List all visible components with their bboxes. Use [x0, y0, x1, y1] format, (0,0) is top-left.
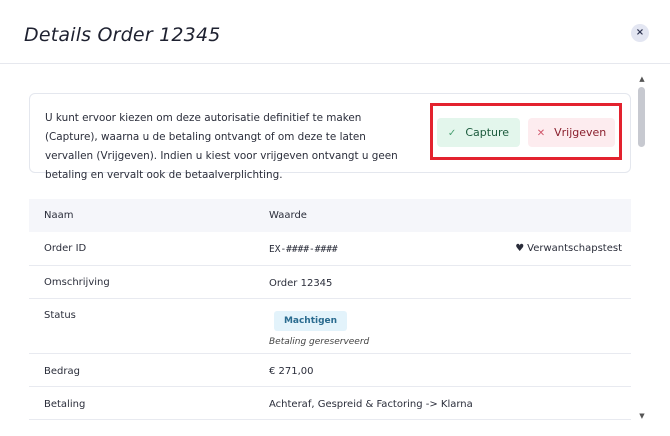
status-note: Betaling gereserveerd — [269, 337, 370, 347]
order-tag-label: Verwantschapstest — [527, 243, 622, 254]
amount-value: € 271,00 — [269, 366, 314, 377]
x-icon: ✕ — [536, 128, 546, 139]
description-value: Order 12345 — [269, 278, 333, 289]
info-text: U kunt ervoor kiezen om deze autorisatie… — [45, 112, 398, 181]
payment-value: Achteraf, Gespreid & Factoring -> Klarna — [269, 399, 473, 410]
scroll-up-icon[interactable]: ▲ — [638, 75, 646, 83]
modal-title: Details Order 12345 — [24, 24, 221, 46]
scroll-down-icon[interactable]: ▼ — [638, 412, 646, 420]
modal-header: Details Order 12345 × — [0, 0, 670, 64]
scrollbar-thumb[interactable] — [638, 87, 645, 147]
header-value: Waarde — [269, 210, 307, 221]
row-label: Order ID — [44, 243, 87, 254]
check-icon: ✓ — [447, 128, 457, 139]
release-button[interactable]: ✕ Vrijgeven — [528, 118, 615, 147]
row-label: Omschrijving — [44, 277, 110, 288]
release-label: Vrijgeven — [554, 126, 607, 139]
row-label: Betaling — [44, 399, 86, 410]
capture-label: Capture — [465, 126, 510, 139]
row-label: Status — [44, 310, 76, 321]
header-name: Naam — [44, 210, 74, 221]
table-header: Naam Waarde — [29, 199, 631, 232]
close-icon[interactable]: × — [631, 24, 649, 42]
scrollbar[interactable]: ▲ ▼ — [636, 72, 647, 424]
table-row: Status Machtigen Betaling gereserveerd — [29, 299, 631, 354]
order-tag: ♥ Verwantschapstest — [515, 243, 622, 254]
shield-icon: ♥ — [515, 243, 525, 254]
table-row: Order ID EX-####-#### ♥ Verwantschapstest — [29, 232, 631, 266]
table-row: Betaling Achteraf, Gespreid & Factoring … — [29, 387, 631, 420]
table-row: Bedrag € 271,00 — [29, 354, 631, 387]
row-label: Bedrag — [44, 366, 80, 377]
order-id-value: EX-####-#### — [269, 244, 338, 255]
capture-button[interactable]: ✓ Capture — [437, 118, 520, 147]
table-row: Omschrijving Order 12345 — [29, 266, 631, 299]
status-badge: Machtigen — [274, 311, 347, 331]
